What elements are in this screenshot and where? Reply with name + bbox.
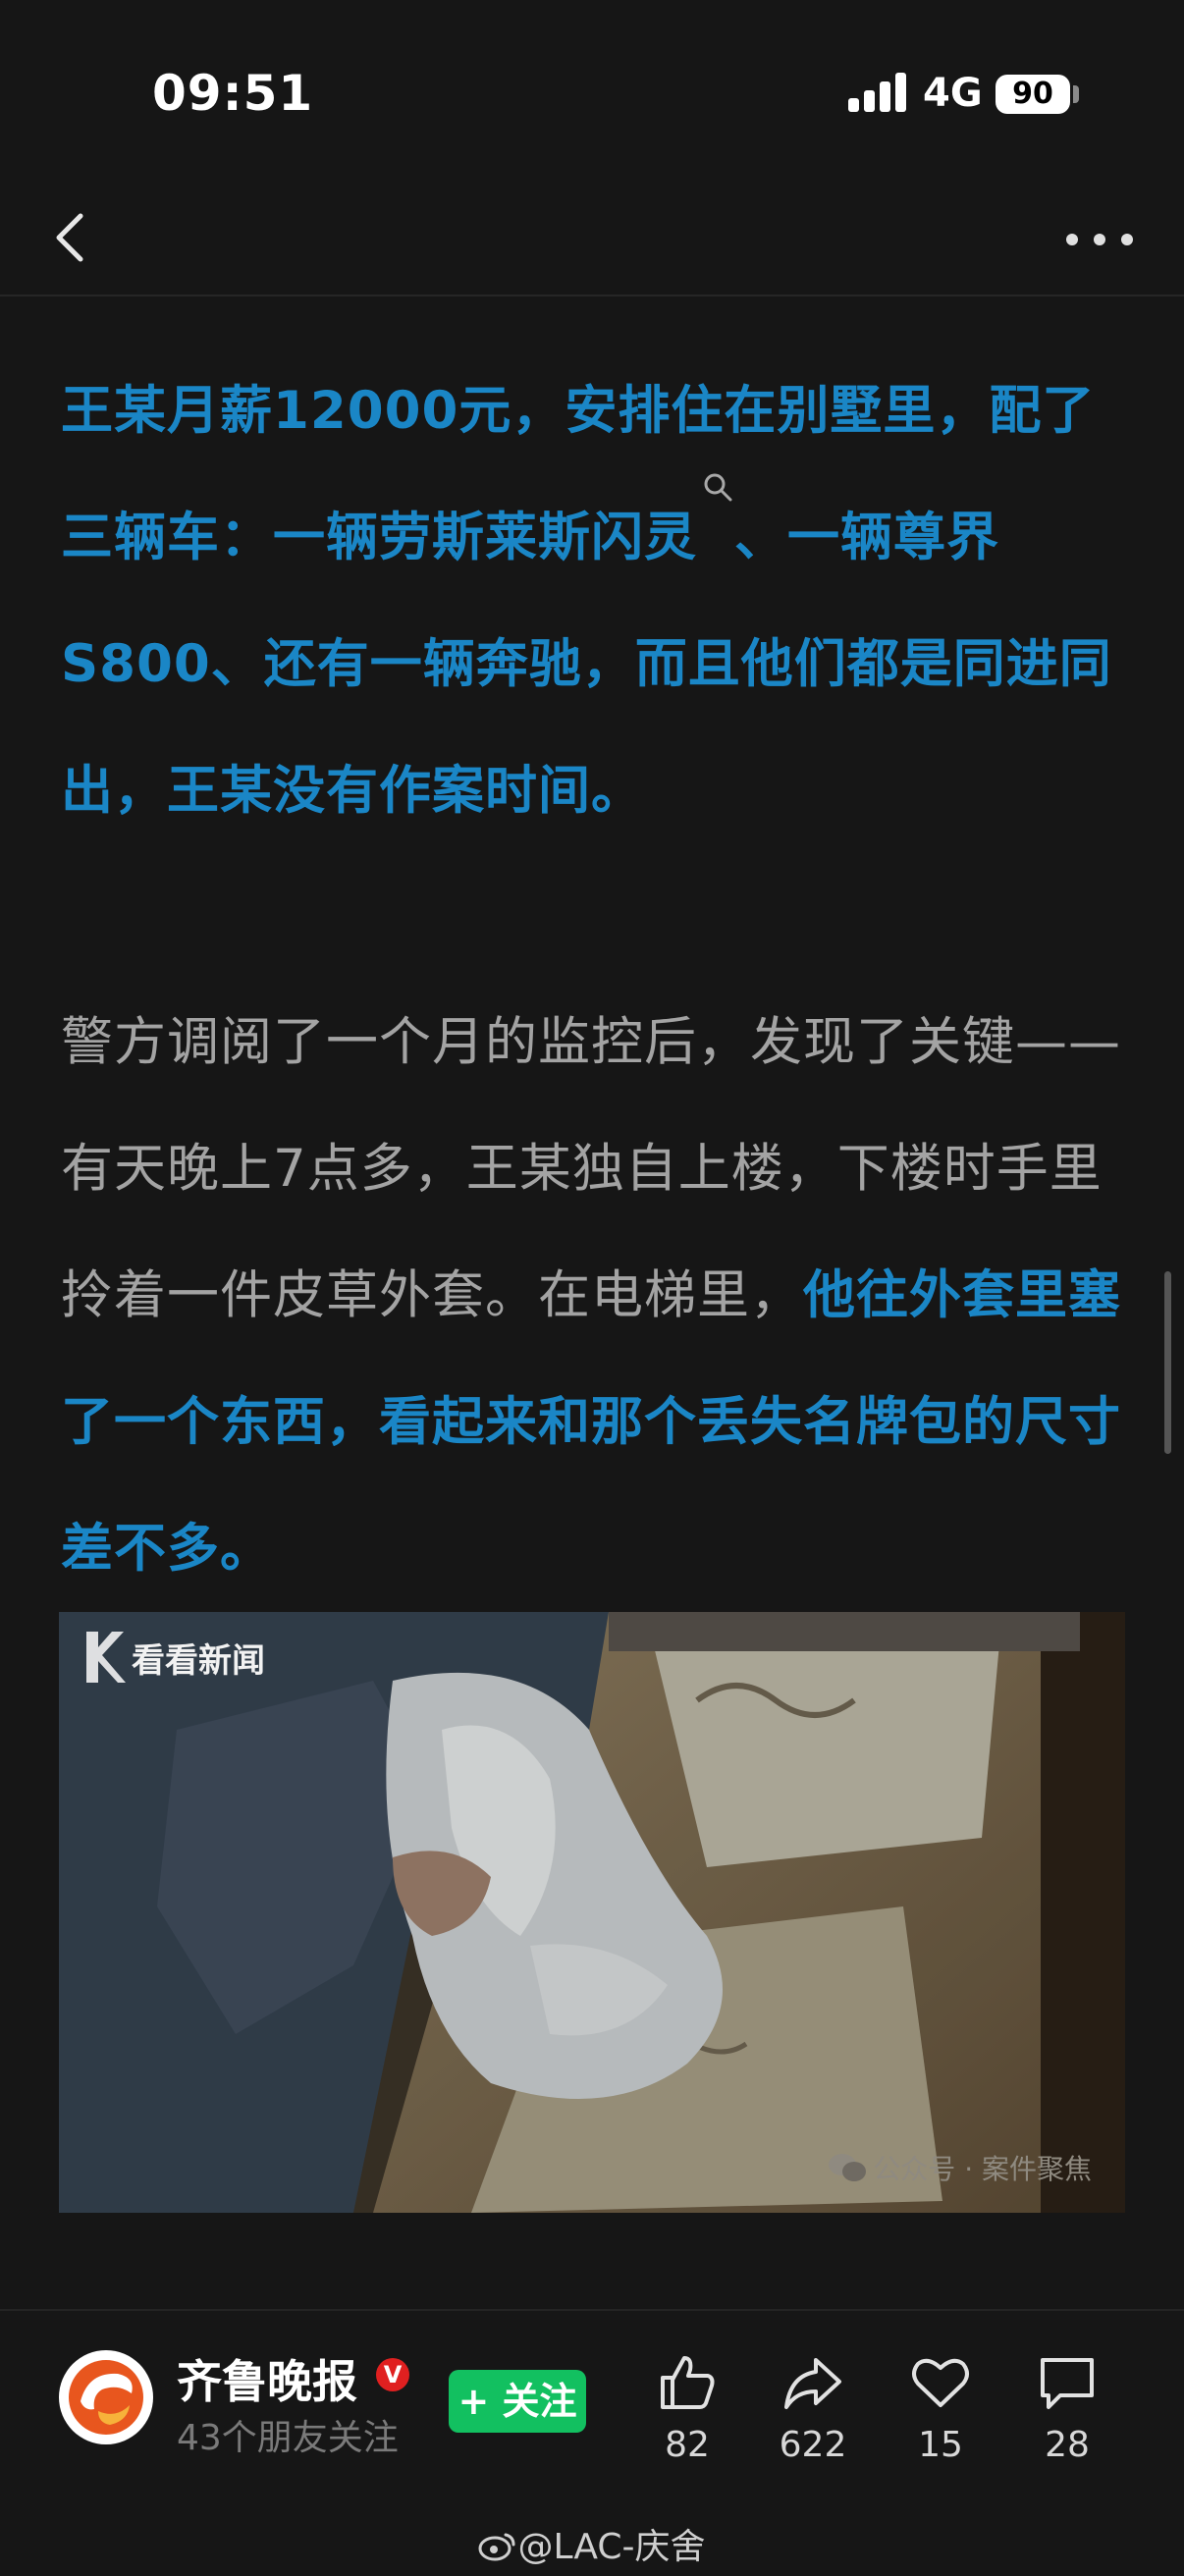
scrollbar[interactable] bbox=[1164, 1271, 1171, 1454]
image-logo-text: 看看新闻 bbox=[132, 1640, 265, 1681]
watermark-text: @LAC-庆舍 bbox=[517, 2527, 706, 2567]
kankan-logo-icon bbox=[86, 1632, 126, 1683]
wechat-icon bbox=[829, 2154, 867, 2181]
share-count: 622 bbox=[779, 2425, 847, 2465]
nav-bar bbox=[0, 187, 1184, 296]
thumbs-up-icon bbox=[661, 2356, 715, 2409]
search-icon[interactable] bbox=[697, 473, 734, 533]
back-icon[interactable] bbox=[45, 208, 104, 267]
comment-button[interactable]: 28 bbox=[1013, 2354, 1121, 2465]
battery-tip bbox=[1073, 85, 1079, 103]
article-paragraph-2: 警方调阅了一个月的监控后，发现了关键——有天晚上7点多，王某独自上楼，下楼时手里… bbox=[61, 979, 1126, 1612]
avatar[interactable] bbox=[59, 2350, 153, 2444]
comment-icon bbox=[1041, 2358, 1094, 2409]
network-type: 4G bbox=[923, 71, 983, 116]
image-watermark-text: 公众号 · 案件聚焦 bbox=[873, 2153, 1092, 2185]
favorite-button[interactable]: 15 bbox=[887, 2354, 995, 2465]
like-button[interactable]: 82 bbox=[633, 2354, 741, 2465]
share-icon bbox=[784, 2358, 841, 2409]
page-watermark: @LAC-庆舍 bbox=[0, 2518, 1184, 2569]
share-button[interactable]: 622 bbox=[759, 2354, 867, 2465]
battery-icon: 90 bbox=[996, 75, 1070, 114]
status-time: 09:51 bbox=[152, 65, 314, 122]
status-bar: 09:51 4G 90 bbox=[0, 0, 1184, 187]
comment-count: 28 bbox=[1045, 2425, 1090, 2465]
image-logo: 看看新闻 bbox=[81, 1628, 265, 1687]
follow-button[interactable]: + 关注 bbox=[449, 2370, 586, 2433]
like-count: 82 bbox=[665, 2425, 710, 2465]
signal-icon bbox=[848, 71, 909, 112]
article-image[interactable]: 看看新闻 公众号 · 案件聚焦 bbox=[59, 1612, 1125, 2213]
favorite-count: 15 bbox=[918, 2425, 963, 2465]
image-watermark: 公众号 · 案件聚焦 bbox=[828, 2148, 1092, 2187]
weibo-icon bbox=[478, 2533, 515, 2561]
article-paragraph-1: 王某月薪12000元，安排住在别墅里，配了三辆车：一辆劳斯莱斯闪灵 、一辆尊界S8… bbox=[61, 348, 1126, 854]
heart-icon bbox=[912, 2358, 969, 2407]
followers-count: 43个朋友关注 bbox=[177, 2418, 399, 2458]
publisher-name[interactable]: 齐鲁晚报 bbox=[177, 2346, 357, 2411]
more-icon[interactable] bbox=[1066, 230, 1135, 249]
verified-badge: V bbox=[376, 2358, 409, 2391]
